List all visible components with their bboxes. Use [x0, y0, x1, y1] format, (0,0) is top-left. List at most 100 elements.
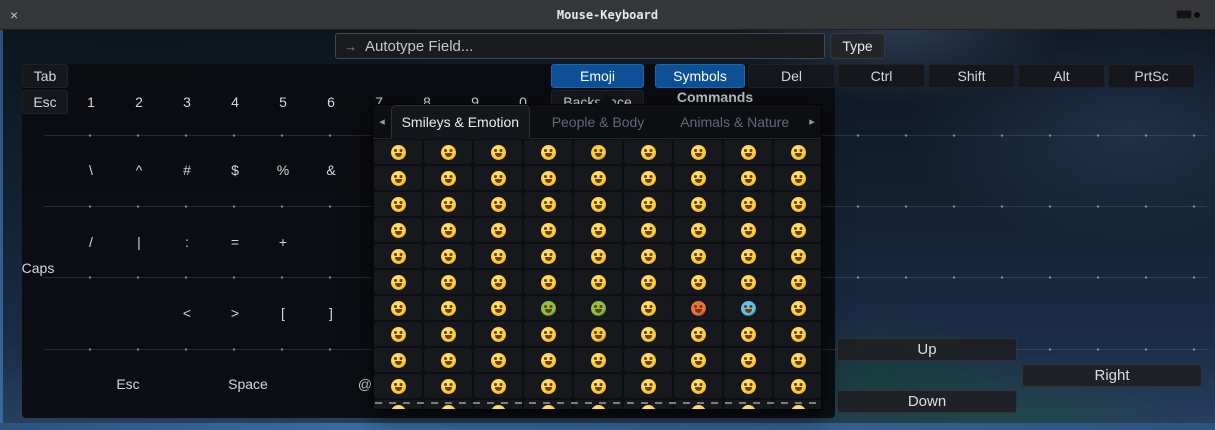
- emoji-cell[interactable]: [474, 296, 522, 320]
- key-esc[interactable]: Esc: [22, 90, 68, 114]
- emoji-cell[interactable]: [724, 192, 772, 216]
- key-symbol[interactable]: &: [307, 158, 355, 182]
- key-command[interactable]: Ctrl: [838, 64, 925, 88]
- emoji-cell[interactable]: [574, 166, 622, 190]
- emoji-cell[interactable]: [574, 374, 622, 398]
- emoji-cell[interactable]: [524, 166, 572, 190]
- emoji-cell[interactable]: [374, 374, 422, 398]
- emoji-cell[interactable]: [624, 348, 672, 372]
- emoji-cell[interactable]: [524, 218, 572, 242]
- key-number[interactable]: 3: [163, 90, 211, 114]
- autotype-input[interactable]: [365, 38, 816, 55]
- emoji-cell[interactable]: [574, 270, 622, 294]
- emoji-cell[interactable]: [624, 192, 672, 216]
- emoji-cell[interactable]: [374, 140, 422, 164]
- emoji-cell[interactable]: [674, 244, 722, 268]
- type-button[interactable]: Type: [830, 33, 885, 59]
- symbols-mode-button[interactable]: Symbols: [655, 64, 745, 88]
- key-symbol[interactable]: #: [163, 158, 211, 182]
- key-symbol[interactable]: +: [259, 230, 307, 254]
- emoji-cell[interactable]: [674, 348, 722, 372]
- emoji-cell[interactable]: [374, 322, 422, 346]
- emoji-cell[interactable]: [524, 322, 572, 346]
- key-number[interactable]: 1: [67, 90, 115, 114]
- emoji-cell[interactable]: [374, 244, 422, 268]
- emoji-cell[interactable]: [424, 140, 472, 164]
- emoji-cell[interactable]: [424, 374, 472, 398]
- emoji-cell[interactable]: [674, 322, 722, 346]
- emoji-cell[interactable]: [774, 192, 821, 216]
- emoji-cell[interactable]: [724, 322, 772, 346]
- emoji-cell[interactable]: [474, 192, 522, 216]
- emoji-cell[interactable]: [574, 192, 622, 216]
- key-number[interactable]: 5: [259, 90, 307, 114]
- key-number[interactable]: 6: [307, 90, 355, 114]
- emoji-cell[interactable]: [774, 322, 821, 346]
- emoji-cell[interactable]: [774, 218, 821, 242]
- emoji-cell[interactable]: [424, 296, 472, 320]
- key-symbol[interactable]: ]: [307, 301, 355, 325]
- emoji-cell[interactable]: [724, 166, 772, 190]
- emoji-cell[interactable]: [374, 192, 422, 216]
- emoji-cell[interactable]: [624, 244, 672, 268]
- right-button[interactable]: Right: [1022, 364, 1202, 387]
- emoji-cell[interactable]: [574, 218, 622, 242]
- key-command[interactable]: Alt: [1018, 64, 1105, 88]
- emoji-cell[interactable]: [474, 270, 522, 294]
- key-symbol[interactable]: /: [67, 230, 115, 254]
- emoji-cell[interactable]: [774, 374, 821, 398]
- emoji-cell[interactable]: [424, 244, 472, 268]
- emoji-cell[interactable]: [724, 244, 772, 268]
- key-number[interactable]: 2: [115, 90, 163, 114]
- emoji-cell[interactable]: [574, 244, 622, 268]
- emoji-cell[interactable]: [524, 192, 572, 216]
- emoji-cell[interactable]: [424, 348, 472, 372]
- emoji-cell[interactable]: [524, 348, 572, 372]
- emoji-cell[interactable]: [424, 322, 472, 346]
- emoji-cell[interactable]: [774, 270, 821, 294]
- emoji-cell[interactable]: [724, 374, 772, 398]
- emoji-cell[interactable]: [774, 140, 821, 164]
- key-space[interactable]: Space: [163, 372, 333, 396]
- emoji-cell[interactable]: [524, 296, 572, 320]
- key-symbol[interactable]: |: [115, 230, 163, 254]
- key-symbol[interactable]: [: [259, 301, 307, 325]
- emoji-cell[interactable]: [624, 270, 672, 294]
- emoji-cell[interactable]: [374, 166, 422, 190]
- emoji-cell[interactable]: [374, 218, 422, 242]
- emoji-cell[interactable]: [724, 348, 772, 372]
- emoji-cell[interactable]: [424, 270, 472, 294]
- emoji-cell[interactable]: [624, 322, 672, 346]
- emoji-cell[interactable]: [674, 192, 722, 216]
- emoji-cell[interactable]: [624, 218, 672, 242]
- key-symbol[interactable]: ^: [115, 158, 163, 182]
- emoji-cell[interactable]: [474, 374, 522, 398]
- emoji-cell[interactable]: [474, 166, 522, 190]
- emoji-cell[interactable]: [524, 270, 572, 294]
- close-icon[interactable]: ×: [10, 7, 18, 23]
- emoji-cell[interactable]: [574, 322, 622, 346]
- emoji-cell[interactable]: [374, 348, 422, 372]
- tabs-scroll-left-icon[interactable]: ◂: [373, 105, 391, 138]
- emoji-cell[interactable]: [624, 166, 672, 190]
- emoji-mode-button[interactable]: Emoji: [551, 64, 644, 88]
- key-command[interactable]: Shift: [928, 64, 1015, 88]
- emoji-cell[interactable]: [624, 140, 672, 164]
- emoji-cell[interactable]: [624, 374, 672, 398]
- emoji-cell[interactable]: [774, 296, 821, 320]
- key-symbol[interactable]: $: [211, 158, 259, 182]
- emoji-cell[interactable]: [474, 322, 522, 346]
- emoji-cell[interactable]: [574, 348, 622, 372]
- emoji-cell[interactable]: [424, 166, 472, 190]
- key-symbol[interactable]: <: [163, 301, 211, 325]
- key-command[interactable]: Del: [748, 64, 835, 88]
- emoji-cell[interactable]: [674, 218, 722, 242]
- key-symbol[interactable]: \: [67, 158, 115, 182]
- key-symbol[interactable]: :: [163, 230, 211, 254]
- emoji-cell[interactable]: [724, 296, 772, 320]
- emoji-cell[interactable]: [674, 374, 722, 398]
- key-command[interactable]: PrtSc: [1108, 64, 1195, 88]
- emoji-cell[interactable]: [774, 244, 821, 268]
- emoji-cell[interactable]: [474, 218, 522, 242]
- key-symbol[interactable]: >: [211, 301, 259, 325]
